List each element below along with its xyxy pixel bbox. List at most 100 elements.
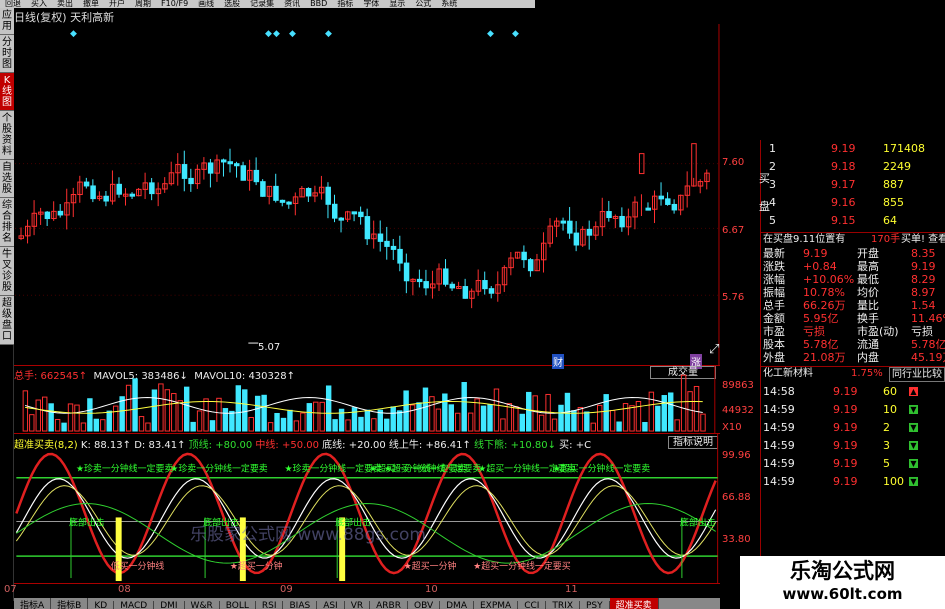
event-diamond-icon[interactable]: ◆	[325, 29, 332, 39]
menu-item[interactable]: 指标	[337, 0, 353, 8]
sidebar-item[interactable]: 超级盘口	[0, 296, 14, 345]
menu-item[interactable]: 周期	[135, 0, 151, 8]
tick-list: 14:58 9.19 60 ▲ 14:59 9.19 10 ▼ 14:59 9.19 2 ▼ 14:59…	[761, 379, 945, 491]
menu-item[interactable]: 卖出	[57, 0, 73, 8]
buy-side-label: 买	[759, 172, 770, 185]
candle-body	[116, 183, 122, 195]
volume-bar	[364, 409, 371, 432]
indicator-tab[interactable]: ARBR	[370, 601, 408, 609]
sidebar-item[interactable]: 个股资料	[0, 111, 14, 160]
volume-bar	[590, 422, 596, 432]
peer-compare-button[interactable]: 同行业比较	[889, 367, 945, 382]
menu-item[interactable]: 选股	[224, 0, 240, 8]
volume-axis-label: 44932	[722, 405, 754, 416]
volume-bar	[597, 404, 603, 432]
date-tick-label: 10	[425, 584, 438, 595]
order-book-row[interactable]: 4 9.16 855	[761, 194, 945, 212]
site-watermark: 乐股家公式网 www.88gs.com	[190, 525, 426, 545]
indicator-tab[interactable]: RSI	[256, 601, 284, 609]
order-book-row[interactable]: 3 9.17 887	[761, 176, 945, 194]
quote-panel: 1 9.19 171408 2 9.18 2249 3 9.17 887 4 9.16 855 5 9.1…	[759, 140, 945, 609]
menu-item[interactable]: 资讯	[284, 0, 300, 8]
indicator-tab[interactable]: EXPMA	[474, 601, 519, 609]
volume-bar	[29, 414, 35, 432]
menu-item[interactable]: F10/F9	[161, 0, 188, 8]
indicator-tab[interactable]: W&R	[185, 601, 220, 609]
indicator-tab-bar: 指标A 指标B KD MACD DMI W&R BOLL RSI BIAS ASI VR ARBR OB…	[14, 598, 720, 609]
volume-bar	[513, 406, 519, 432]
candlestick-chart[interactable]	[14, 24, 720, 366]
menu-item[interactable]: 系统	[441, 0, 457, 8]
menu-item[interactable]: 撤单	[83, 0, 99, 8]
sidebar-item[interactable]: 应用	[0, 8, 14, 35]
candle-body	[332, 203, 338, 219]
event-diamond-icon[interactable]: ◆	[70, 29, 77, 39]
indicator-chart[interactable]: 底部出击 底部出击 底部出击 底部出击★珍卖一分钟线一定要卖★珍卖一分钟线一定要卖 ★珍…	[14, 434, 720, 584]
expand-icon[interactable]: ⤢	[709, 342, 719, 357]
sidebar-item[interactable]: 牛叉诊股	[0, 247, 14, 296]
order-book-row[interactable]: 2 9.18 2249	[761, 158, 945, 176]
indicator-tab[interactable]: VR	[345, 601, 371, 609]
volume-chart[interactable]	[14, 366, 720, 434]
indicator-tab[interactable]: CCI	[518, 601, 547, 609]
indicator-tab[interactable]: BIAS	[283, 601, 318, 609]
indicator-tab[interactable]: PSY	[580, 601, 610, 609]
menu-item[interactable]: BBD	[310, 0, 327, 8]
volume-bar	[48, 403, 54, 432]
date-tick-label: 11	[565, 584, 578, 595]
indicator-tab[interactable]: 指标A	[14, 598, 52, 609]
indicator-tab[interactable]: DMA	[440, 601, 474, 609]
event-diamond-icon[interactable]: ◆	[512, 29, 519, 39]
menu-item[interactable]: 开户	[109, 0, 125, 8]
menu-item[interactable]: 显示	[389, 0, 405, 8]
volume-bar	[616, 421, 622, 432]
menu-item[interactable]: 记录集	[250, 0, 274, 8]
event-diamond-icon[interactable]: ◆	[265, 29, 272, 39]
volume-bar	[519, 413, 525, 432]
menu-item[interactable]: 回退	[5, 0, 21, 8]
sidebar-item[interactable]: 自选股	[0, 160, 14, 198]
volume-bar	[693, 385, 700, 432]
indicator-tab[interactable]: 超准买卖	[609, 598, 659, 609]
volume-bar	[87, 398, 93, 432]
indicator-tab[interactable]: BOLL	[220, 601, 256, 609]
candle-body	[57, 210, 64, 216]
volume-bar	[603, 394, 609, 432]
candle-body	[606, 211, 612, 219]
volume-axis-label: X10	[722, 422, 742, 433]
quote-row: 外盘21.08万内盘45.19万	[763, 351, 945, 364]
indicator-tab[interactable]: TRIX	[546, 601, 580, 609]
menu-item[interactable]: 买入	[31, 0, 47, 8]
pan-label: 盘	[759, 200, 770, 213]
indicator-tab[interactable]: OBV	[408, 601, 441, 609]
volume-bar	[100, 419, 106, 432]
candle-body	[403, 262, 410, 282]
sidebar-item[interactable]: 分时图	[0, 35, 14, 73]
indicator-tab[interactable]: KD	[88, 601, 115, 609]
indicator-tab[interactable]: DMI	[154, 601, 185, 609]
volume-bar	[287, 409, 293, 432]
sidebar-item[interactable]: K线图	[0, 73, 14, 111]
event-diamond-icon[interactable]: ◆	[273, 29, 280, 39]
order-book-row[interactable]: 1 9.19 171408	[761, 140, 945, 158]
menu-item[interactable]: 画线	[198, 0, 214, 8]
menu-item[interactable]: 字体	[363, 0, 379, 8]
candle-body	[665, 198, 671, 205]
order-alert[interactable]: 在买盘9.11位置有 170手 买单! 查看详情	[761, 232, 945, 245]
indicator-tab[interactable]: ASI	[317, 601, 345, 609]
event-diamond-icon[interactable]: ◆	[487, 29, 494, 39]
event-diamond-icon[interactable]: ◆	[289, 29, 296, 39]
volume-bar	[622, 403, 629, 432]
volume-bar	[680, 374, 687, 432]
indicator-tab[interactable]: MACD	[114, 601, 155, 609]
volume-bar	[132, 378, 138, 432]
indicator-tab[interactable]: 指标B	[51, 598, 89, 609]
candle-body	[129, 193, 136, 197]
sector-row[interactable]: 化工新材料 1.75% 同行业比较	[761, 366, 945, 382]
down-arrow-icon: ▼	[909, 423, 918, 432]
menu-item[interactable]: 公式	[415, 0, 431, 8]
order-book-row[interactable]: 5 9.15 64	[761, 212, 945, 230]
volume-bar	[493, 388, 500, 432]
candle-body	[220, 159, 227, 163]
sidebar-item[interactable]: 综合排名	[0, 198, 14, 247]
